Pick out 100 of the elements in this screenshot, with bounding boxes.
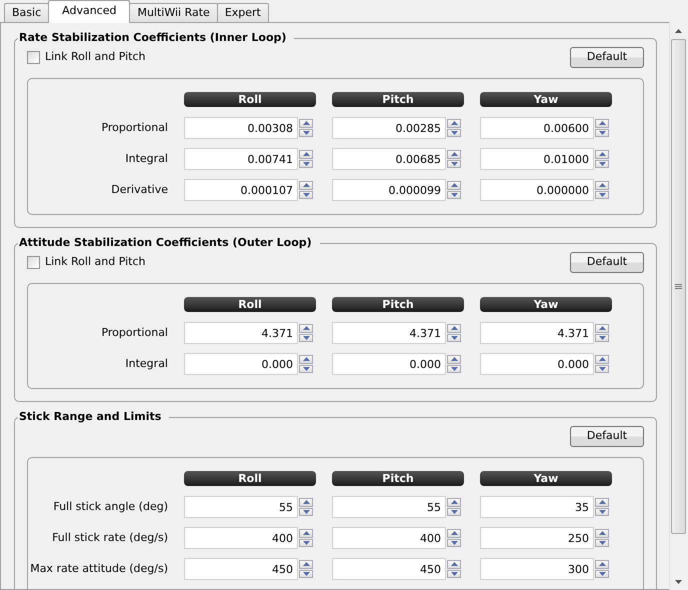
spin-up-button[interactable] <box>447 355 461 364</box>
number-field[interactable]: 0.000 <box>480 353 594 375</box>
spin-down-button[interactable] <box>447 508 461 516</box>
spin-down-button[interactable] <box>299 334 313 342</box>
number-field[interactable]: 0.00308 <box>184 117 298 139</box>
scroll-up-icon[interactable] <box>675 28 682 32</box>
spin-up-button[interactable] <box>299 529 313 538</box>
spin-down-button[interactable] <box>595 538 609 547</box>
up-arrow-icon <box>302 357 310 362</box>
default-button[interactable]: Default <box>570 252 644 273</box>
spin-up-button[interactable] <box>447 119 461 128</box>
checkbox[interactable] <box>27 51 40 64</box>
up-arrow-icon <box>302 152 310 156</box>
checkbox[interactable] <box>27 256 40 269</box>
spin-down-button[interactable] <box>595 160 609 168</box>
down-arrow-icon <box>450 510 458 514</box>
number-field[interactable]: 400 <box>184 527 298 549</box>
spin-up-button[interactable] <box>595 119 609 128</box>
number-field[interactable]: 0.000107 <box>184 179 298 201</box>
tab[interactable]: Advanced <box>48 0 130 23</box>
spin-down-button[interactable] <box>447 190 461 199</box>
spin-down-button[interactable] <box>447 334 461 342</box>
spin-up-button[interactable] <box>447 324 461 332</box>
spin-up-button[interactable] <box>595 181 609 190</box>
spin-up-button[interactable] <box>447 498 461 506</box>
number-field[interactable]: 0.00600 <box>480 117 594 139</box>
spin-up-button[interactable] <box>299 324 313 332</box>
spin-up-button[interactable] <box>595 150 609 158</box>
spin-up-button[interactable] <box>595 324 609 332</box>
number-field[interactable]: 450 <box>184 558 298 580</box>
spin-up-button[interactable] <box>595 560 609 568</box>
spin-up-button[interactable] <box>299 560 313 568</box>
tab[interactable]: Expert <box>216 3 269 22</box>
down-arrow-icon <box>598 510 606 514</box>
spin-up-button[interactable] <box>299 498 313 506</box>
spin-up-button[interactable] <box>447 529 461 538</box>
scroll-down-icon[interactable] <box>675 580 682 584</box>
row-label: Full stick rate (deg/s) <box>51 530 168 546</box>
spin-down-button[interactable] <box>299 538 313 547</box>
spin-down-button[interactable] <box>447 364 461 373</box>
number-field[interactable]: 0.000000 <box>480 179 594 201</box>
number-field[interactable]: 400 <box>332 527 446 549</box>
up-arrow-icon <box>450 357 458 362</box>
spin-down-button[interactable] <box>595 508 609 516</box>
spin-down-button[interactable] <box>447 570 461 578</box>
down-arrow-icon <box>450 192 458 197</box>
number-field[interactable]: 0.00741 <box>184 148 298 170</box>
checkbox-label[interactable]: Link Roll and Pitch <box>45 49 146 66</box>
spin-down-button[interactable] <box>595 128 609 137</box>
number-field[interactable]: 4.371 <box>184 322 298 344</box>
tab[interactable]: Basic <box>4 3 50 22</box>
spin-down-button[interactable] <box>447 160 461 168</box>
spin-up-button[interactable] <box>299 355 313 364</box>
number-field[interactable]: 450 <box>332 558 446 580</box>
spin-up-button[interactable] <box>299 119 313 128</box>
up-arrow-icon <box>598 562 606 566</box>
up-arrow-icon <box>598 183 606 188</box>
number-field[interactable]: 0.00685 <box>332 148 446 170</box>
spin-up-button[interactable] <box>447 560 461 568</box>
spin-down-button[interactable] <box>595 190 609 199</box>
spin-up-button[interactable] <box>299 150 313 158</box>
spin-up-button[interactable] <box>595 529 609 538</box>
number-field[interactable]: 4.371 <box>332 322 446 344</box>
number-field[interactable]: 4.371 <box>480 322 594 344</box>
column-header: Roll <box>184 92 316 107</box>
spin-up-button[interactable] <box>299 181 313 190</box>
number-field[interactable]: 0.000 <box>184 353 298 375</box>
spin-down-button[interactable] <box>299 570 313 578</box>
number-field[interactable]: 0.01000 <box>480 148 594 170</box>
down-arrow-icon <box>450 336 458 340</box>
up-arrow-icon <box>450 183 458 188</box>
spin-up-button[interactable] <box>447 150 461 158</box>
spin-down-button[interactable] <box>595 570 609 578</box>
spin-up-button[interactable] <box>595 498 609 506</box>
number-field[interactable]: 0.000 <box>332 353 446 375</box>
number-field[interactable]: 55 <box>332 496 446 518</box>
tab[interactable]: MultiWii Rate <box>129 3 218 22</box>
default-button[interactable]: Default <box>570 426 644 447</box>
scrollbar-thumb[interactable] <box>671 39 686 534</box>
spin-down-button[interactable] <box>299 508 313 516</box>
number-field[interactable]: 250 <box>480 527 594 549</box>
checkbox-label[interactable]: Link Roll and Pitch <box>45 254 146 271</box>
number-field[interactable]: 0.00285 <box>332 117 446 139</box>
spin-down-button[interactable] <box>447 538 461 547</box>
default-button[interactable]: Default <box>570 47 644 68</box>
down-arrow-icon <box>302 510 310 514</box>
number-field[interactable]: 35 <box>480 496 594 518</box>
spin-down-button[interactable] <box>299 160 313 168</box>
spin-down-button[interactable] <box>595 334 609 342</box>
spin-down-button[interactable] <box>447 128 461 137</box>
spin-up-button[interactable] <box>447 181 461 190</box>
number-field[interactable]: 55 <box>184 496 298 518</box>
spin-up-button[interactable] <box>595 355 609 364</box>
spin-down-button[interactable] <box>299 128 313 137</box>
spin-down-button[interactable] <box>299 190 313 199</box>
up-arrow-icon <box>598 152 606 156</box>
number-field[interactable]: 0.000099 <box>332 179 446 201</box>
spin-down-button[interactable] <box>299 364 313 373</box>
number-field[interactable]: 300 <box>480 558 594 580</box>
spin-down-button[interactable] <box>595 364 609 373</box>
